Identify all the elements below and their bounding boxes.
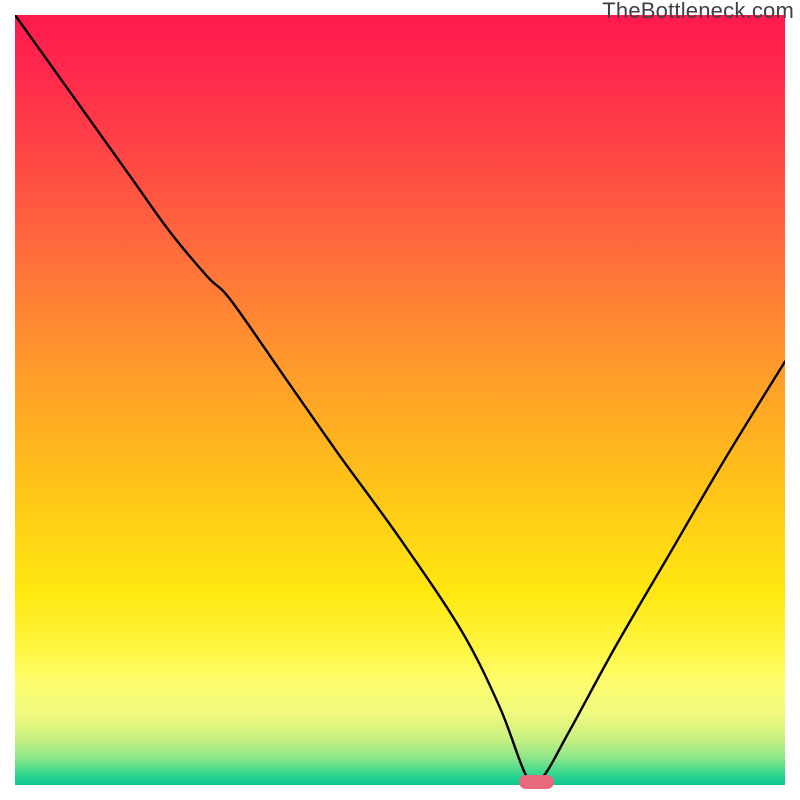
curve-path (15, 15, 785, 785)
bottleneck-chart: TheBottleneck.com (0, 0, 800, 800)
optimal-marker (519, 775, 554, 789)
watermark-text: TheBottleneck.com (602, 0, 794, 24)
bottleneck-curve (15, 15, 785, 785)
